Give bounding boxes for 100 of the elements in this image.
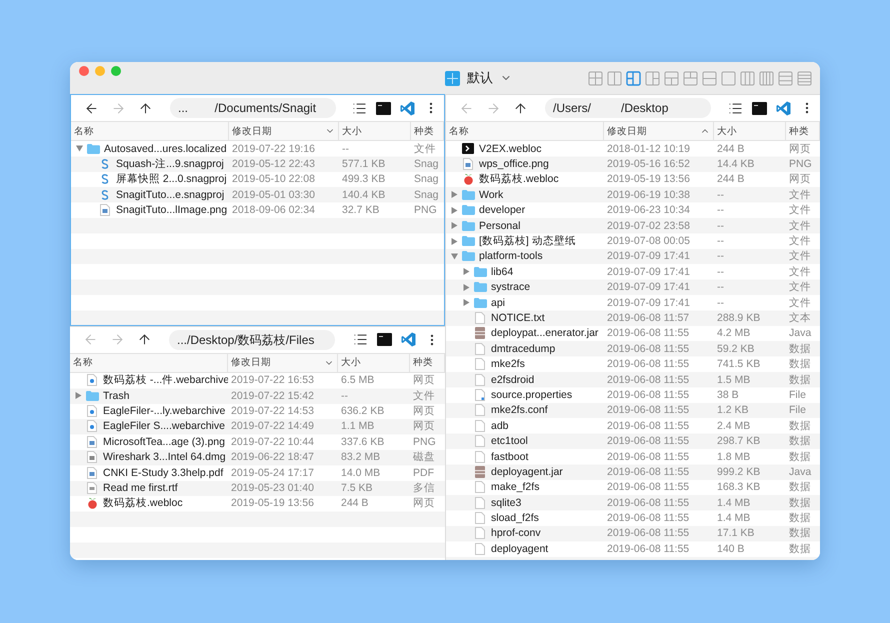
code-editor-icon[interactable] <box>400 100 415 116</box>
file-size: 1.4 MB <box>717 496 750 509</box>
file-name[interactable]: deployagent <box>491 542 548 555</box>
file-name[interactable]: Wireshark 3...Intel 64.dmg <box>103 451 226 464</box>
file-name[interactable]: developer <box>479 204 526 216</box>
file-name[interactable]: sqlite3 <box>491 496 522 509</box>
file-name[interactable]: sload_f2fs <box>491 512 539 524</box>
disclosure-triangle-icon[interactable] <box>451 222 458 230</box>
column-header[interactable]: 名称 <box>446 122 604 140</box>
path-field[interactable]: ... /Documents/Snagit <box>170 98 336 118</box>
file-name[interactable]: mke2fs <box>491 358 525 370</box>
file-name[interactable]: Squash-注...9.snagproj <box>116 157 224 172</box>
code-editor-icon[interactable] <box>776 100 791 116</box>
layout-button[interactable] <box>740 70 755 86</box>
column-header[interactable]: 种类 <box>410 354 445 372</box>
file-size: 140.4 KB <box>342 188 386 201</box>
file-name[interactable]: EagleFiler S....webarchive <box>103 420 225 432</box>
path-field[interactable]: .../Desktop/数码荔枝/Files <box>169 330 335 350</box>
terminal-icon[interactable] <box>377 333 392 346</box>
layout-button[interactable] <box>645 70 660 86</box>
terminal-icon[interactable] <box>752 102 767 114</box>
disclosure-triangle-icon[interactable] <box>451 252 458 260</box>
layout-button[interactable] <box>778 70 793 86</box>
file-name[interactable]: adb <box>491 420 509 432</box>
column-header[interactable]: 修改日期 <box>228 354 338 372</box>
column-header[interactable]: 大小 <box>339 122 411 140</box>
file-name[interactable]: dmtracedump <box>491 342 556 355</box>
column-header[interactable]: 名称 <box>71 122 229 140</box>
file-name[interactable]: V2EX.webloc <box>479 142 542 155</box>
file-name[interactable]: SnagitTuto...lImage.png <box>116 204 228 216</box>
document-icon <box>475 481 485 494</box>
terminal-icon[interactable] <box>376 102 391 114</box>
disclosure-triangle-icon[interactable] <box>463 284 470 291</box>
zoom-button[interactable] <box>111 66 121 76</box>
close-button[interactable] <box>79 66 89 76</box>
file-name[interactable]: source.properties <box>491 388 572 401</box>
column-header[interactable]: 大小 <box>714 122 786 140</box>
file-name[interactable]: e2fsdroid <box>491 374 534 386</box>
file-name[interactable]: 数码荔枝.webloc <box>103 496 183 510</box>
disclosure-triangle-icon[interactable] <box>75 392 82 400</box>
modified-date: 2019-07-22 15:42 <box>231 390 314 402</box>
layout-button[interactable] <box>797 70 812 86</box>
column-header[interactable]: 名称 <box>70 354 228 372</box>
code-editor-icon[interactable] <box>401 332 416 348</box>
file-name[interactable]: hprof-conv <box>491 527 541 540</box>
layout-button[interactable] <box>683 70 698 86</box>
disclosure-triangle-icon[interactable] <box>451 191 458 198</box>
file-name[interactable]: Trash <box>103 390 130 402</box>
file-name[interactable]: Work <box>479 188 504 201</box>
column-header[interactable]: 大小 <box>338 354 410 372</box>
layout-button[interactable] <box>721 70 736 86</box>
layout-button[interactable] <box>702 70 717 86</box>
file-name[interactable]: systrace <box>491 281 530 294</box>
disclosure-triangle-icon[interactable] <box>463 299 470 306</box>
column-header[interactable]: 修改日期 <box>604 122 714 140</box>
disclosure-triangle-icon[interactable] <box>451 238 458 245</box>
column-header[interactable]: 种类 <box>786 122 820 140</box>
file-name[interactable]: deploypat...enerator.jar <box>491 327 598 340</box>
column-header[interactable]: 修改日期 <box>229 122 339 140</box>
file-name[interactable]: api <box>491 296 506 309</box>
file-kind: 文件 <box>789 188 811 201</box>
file-name[interactable]: mke2fs.conf <box>491 404 548 416</box>
modified-date: 2019-05-23 01:40 <box>231 482 314 494</box>
jar-file-icon <box>475 327 485 340</box>
file-name[interactable]: etc1tool <box>491 435 528 448</box>
layout-button[interactable] <box>664 70 679 86</box>
file-size: 59.2 KB <box>717 342 754 355</box>
document-icon <box>475 358 485 370</box>
window-title[interactable]: 默认 <box>467 69 493 87</box>
file-name[interactable]: [数码荔枝] 动态壁纸 <box>479 234 576 248</box>
file-name[interactable]: MicrosoftTea...age (3).png <box>103 436 225 448</box>
file-name[interactable]: SnagitTuto...e.snagproj <box>116 188 224 201</box>
disclosure-triangle-icon[interactable] <box>451 206 458 214</box>
file-name[interactable]: platform-tools <box>479 250 543 262</box>
fruit-icon <box>462 173 474 186</box>
file-size: 244 B <box>717 142 744 155</box>
disclosure-triangle-icon[interactable] <box>76 145 83 152</box>
file-name[interactable]: make_f2fs <box>491 481 540 494</box>
file-name[interactable]: deployagent.jar <box>491 466 563 478</box>
file-name[interactable]: EagleFiler-...ly.webarchive <box>103 404 226 417</box>
document-icon <box>475 512 485 524</box>
file-name[interactable]: wps_office.png <box>479 158 549 170</box>
image-file-icon <box>100 204 110 216</box>
disclosure-triangle-icon[interactable] <box>463 268 470 276</box>
file-kind: 网页 <box>789 173 811 186</box>
file-name[interactable]: 屏幕快照 2...0.snagproj <box>116 172 227 186</box>
file-name[interactable]: lib64 <box>491 266 514 278</box>
file-name[interactable]: CNKI E-Study 3.3help.pdf <box>103 466 224 479</box>
file-name[interactable]: Read me first.rtf <box>103 482 178 494</box>
layout-button[interactable] <box>626 70 641 86</box>
file-name[interactable]: NOTICE.txt <box>491 312 545 324</box>
path-field[interactable]: /Users/ /Desktop <box>545 98 711 118</box>
file-name[interactable]: fastboot <box>491 450 528 462</box>
layout-button[interactable] <box>759 70 774 86</box>
layout-button[interactable] <box>588 70 603 86</box>
column-header[interactable]: 种类 <box>411 122 444 140</box>
file-name[interactable]: Personal <box>479 220 520 232</box>
file-name[interactable]: 数码荔枝.webloc <box>479 172 559 186</box>
layout-button[interactable] <box>607 70 622 86</box>
file-name[interactable]: Autosaved...ures.localized <box>104 142 227 155</box>
